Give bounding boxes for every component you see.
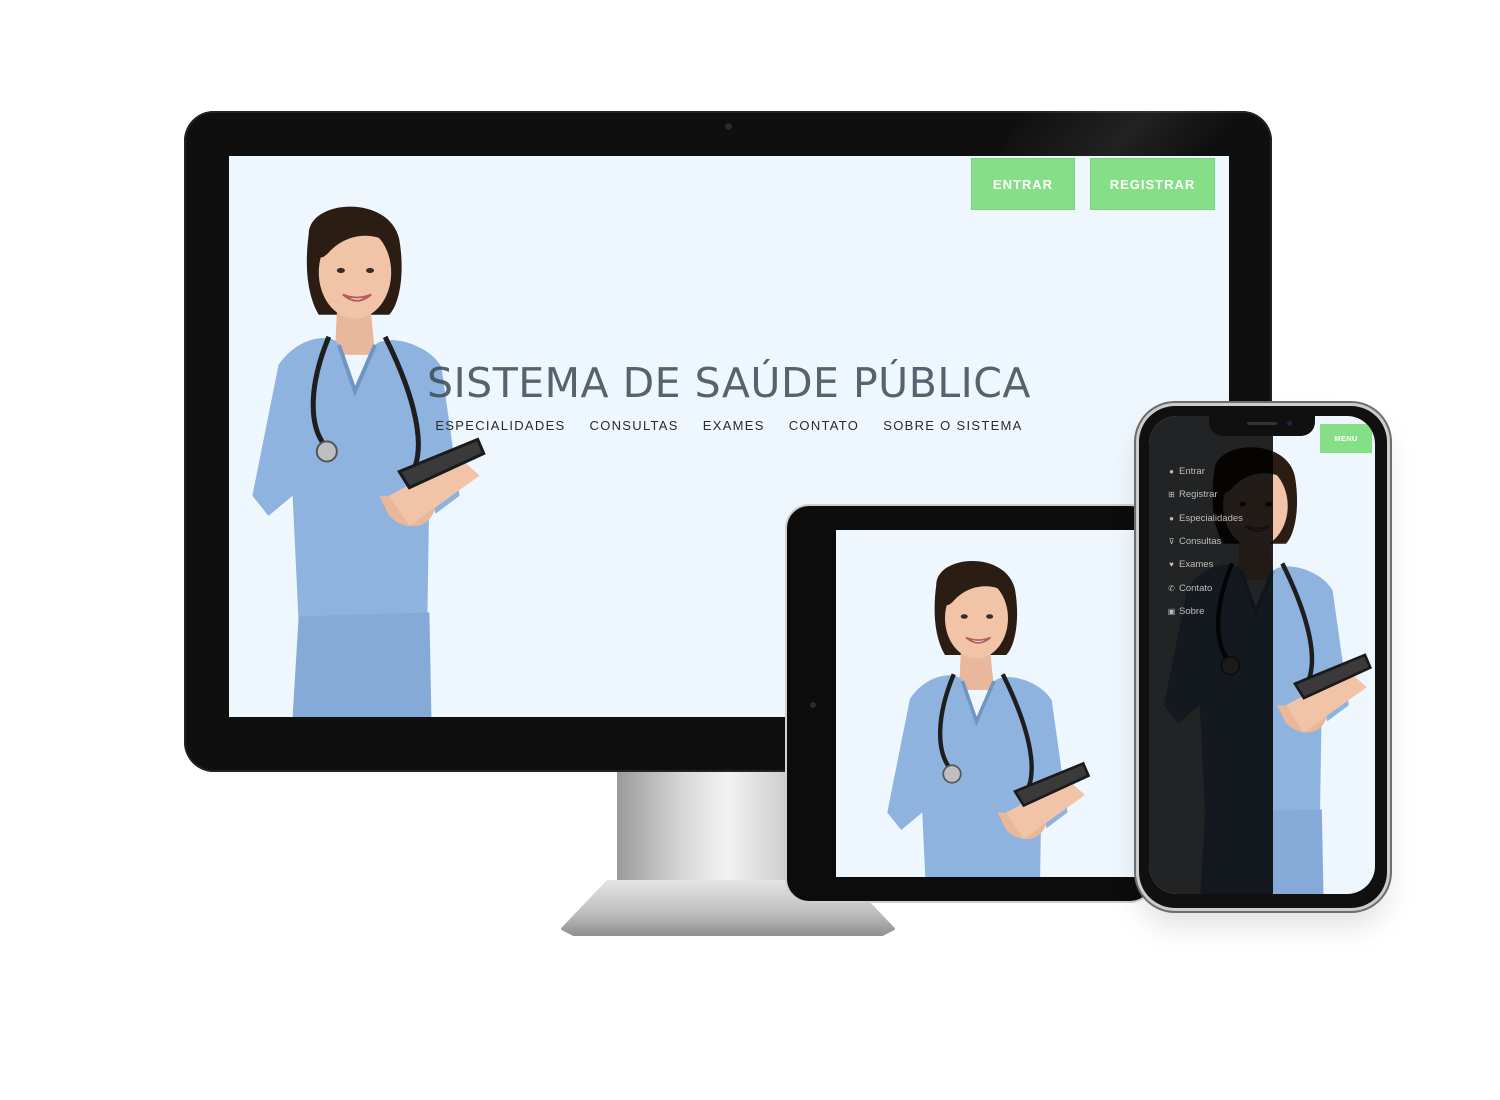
- drawer-item-sobre[interactable]: ▣ Sobre: [1167, 600, 1243, 623]
- h-square-icon: ▣: [1167, 606, 1176, 616]
- drawer-item-exames[interactable]: ♥ Exames: [1167, 553, 1243, 576]
- login-button[interactable]: ENTRAR: [971, 158, 1075, 210]
- drawer-item-entrar[interactable]: ● Entrar: [1167, 460, 1243, 483]
- hero-title: SISTEMA DE SAÚDE PÚBLICA: [427, 359, 1031, 407]
- side-drawer: ● Entrar ⊞ Registrar ● Especialidades ⊽ …: [1149, 416, 1273, 894]
- nav-exames[interactable]: EXAMES: [703, 418, 765, 433]
- webcam-icon: [725, 123, 732, 130]
- users-icon: ●: [1169, 513, 1174, 523]
- nurse-image-tablet: [850, 550, 1110, 877]
- stethoscope-icon: ⊽: [1168, 537, 1175, 547]
- drawer-item-consultas[interactable]: ⊽ Consultas: [1167, 530, 1243, 553]
- phone-screen: ● Entrar ⊞ Registrar ● Especialidades ⊽ …: [1149, 416, 1375, 894]
- drawer-item-especialidades[interactable]: ● Especialidades: [1167, 507, 1243, 530]
- phone-icon: ✆: [1168, 583, 1175, 593]
- tablet-screen: [836, 530, 1156, 877]
- heartbeat-icon: ♥: [1169, 560, 1174, 570]
- drawer-item-label: Especialidades: [1179, 512, 1243, 524]
- drawer-item-label: Exames: [1179, 559, 1214, 571]
- nav-especialidades[interactable]: ESPECIALIDADES: [435, 418, 565, 433]
- nurse-image: [229, 194, 499, 717]
- drawer-item-label: Contato: [1179, 582, 1213, 594]
- nav-sobre[interactable]: SOBRE O SISTEMA: [883, 418, 1022, 433]
- nav-contato[interactable]: CONTATO: [789, 418, 860, 433]
- speaker-icon: [1247, 422, 1277, 425]
- drawer-item-label: Registrar: [1179, 489, 1218, 501]
- drawer-item-label: Sobre: [1179, 605, 1205, 617]
- plus-square-icon: ⊞: [1168, 490, 1175, 500]
- hero-nav: ESPECIALIDADES CONSULTAS EXAMES CONTATO …: [229, 418, 1229, 433]
- phone-notch: [1209, 416, 1315, 436]
- phone-device: ● Entrar ⊞ Registrar ● Especialidades ⊽ …: [1139, 406, 1387, 908]
- tablet-camera-icon: [810, 702, 816, 708]
- drawer-item-registrar[interactable]: ⊞ Registrar: [1167, 483, 1243, 506]
- front-camera-icon: [1287, 421, 1292, 426]
- drawer-item-contato[interactable]: ✆ Contato: [1167, 576, 1243, 599]
- menu-button[interactable]: MENU: [1320, 424, 1372, 453]
- drawer-item-label: Consultas: [1179, 536, 1222, 548]
- user-icon: ●: [1169, 467, 1174, 477]
- nav-consultas[interactable]: CONSULTAS: [590, 418, 679, 433]
- register-button[interactable]: REGISTRAR: [1090, 158, 1215, 210]
- drawer-item-label: Entrar: [1179, 466, 1205, 478]
- tablet-device: [787, 506, 1156, 901]
